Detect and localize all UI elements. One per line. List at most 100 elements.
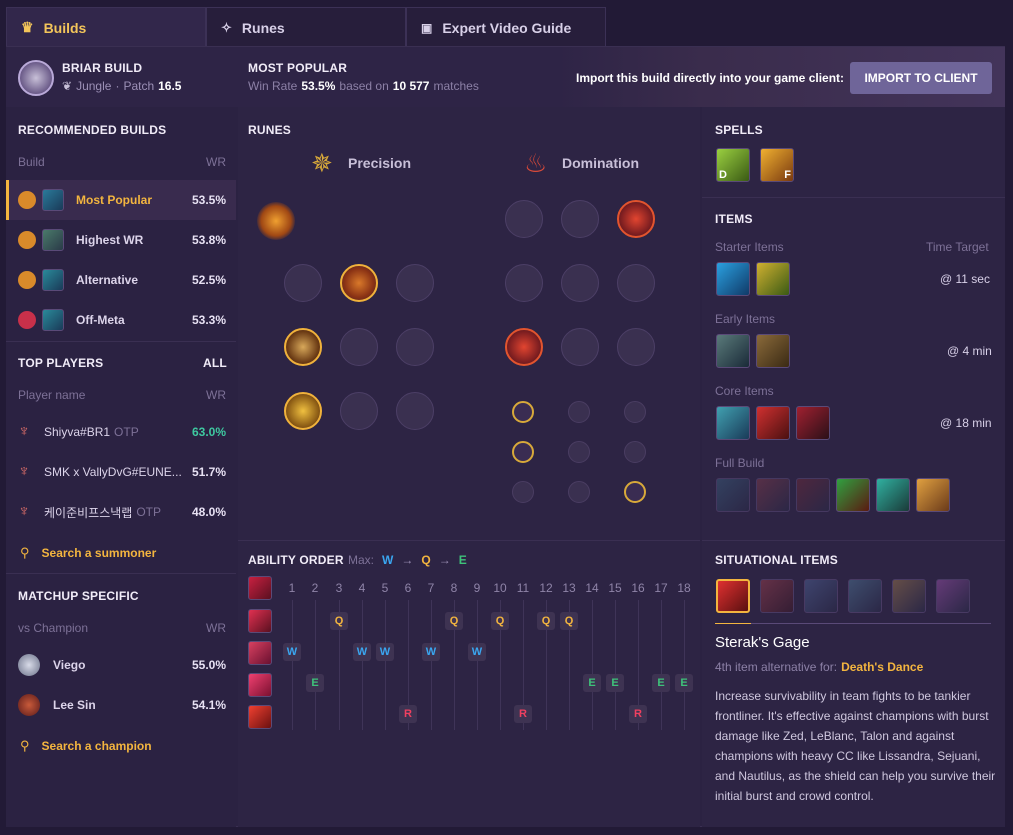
keystone-rune[interactable] xyxy=(368,202,406,240)
skill-w-point: W xyxy=(468,643,486,661)
alt-for-label: 4th item alternative for: xyxy=(715,660,838,674)
time-target-label: Time Target xyxy=(926,240,989,254)
precision-rune[interactable] xyxy=(284,264,322,302)
tab-video-guide[interactable]: ▣ Expert Video Guide xyxy=(406,7,606,47)
situational-item[interactable] xyxy=(760,579,794,613)
import-button[interactable]: IMPORT TO CLIENT xyxy=(850,62,992,94)
build-wr: 52.5% xyxy=(191,273,226,287)
build-row-highest-wr[interactable]: Highest WR 53.8% xyxy=(6,220,236,260)
top-players-all-link[interactable]: ALL xyxy=(203,356,227,370)
skill-w-point: W xyxy=(422,643,440,661)
player-row[interactable]: ♆ Shiyva#BR1 OTP 63.0% xyxy=(6,412,236,452)
precision-rune[interactable] xyxy=(340,392,378,430)
matchup-row[interactable]: Viego 55.0% xyxy=(6,645,236,685)
keystone-rune[interactable] xyxy=(312,202,350,240)
player-row[interactable]: ♆ 케이준비프스낵랩 OTP 48.0% xyxy=(6,492,236,532)
starter-label: Starter Items xyxy=(715,240,784,254)
tab-builds-label: Builds xyxy=(43,19,87,36)
build-wr: 53.5% xyxy=(191,193,226,207)
situational-item-name: Sterak's Gage xyxy=(715,634,810,651)
precision-label: Precision xyxy=(348,155,412,171)
divider xyxy=(6,573,236,574)
situational-item[interactable] xyxy=(804,579,838,613)
domination-rune[interactable] xyxy=(561,264,599,302)
level-number: 17 xyxy=(654,581,668,595)
search-champion[interactable]: ⚲ Search a champion xyxy=(20,738,152,754)
skill-w-point: W xyxy=(376,643,394,661)
matchup-wr: 55.0% xyxy=(191,658,226,672)
core-item xyxy=(756,406,790,440)
domination-rune[interactable] xyxy=(617,328,655,366)
search-champion-label: Search a champion xyxy=(41,739,152,753)
level-number: 8 xyxy=(450,581,458,595)
domination-rune-selected[interactable] xyxy=(505,328,543,366)
tab-builds[interactable]: ♛ Builds xyxy=(6,7,206,47)
skill-q-icon xyxy=(248,609,272,633)
build-row-most-popular[interactable]: Most Popular 53.5% xyxy=(6,180,236,220)
skill-e-point: E xyxy=(306,674,324,692)
patch-label: Patch xyxy=(123,79,155,93)
shard-health-scaling[interactable] xyxy=(624,441,646,463)
skill-w-point: W xyxy=(283,643,301,661)
precision-tree-icon: ✵ xyxy=(311,148,333,178)
precision-icon xyxy=(18,271,36,289)
build-label: Most Popular xyxy=(76,193,153,207)
winrate-value: 53.5% xyxy=(301,79,336,93)
separator-dot: · xyxy=(115,79,120,93)
precision-rune[interactable] xyxy=(340,328,378,366)
shard-tenacity[interactable] xyxy=(568,481,590,503)
tab-bar: ♛ Builds ✧ Runes ▣ Expert Video Guide xyxy=(6,7,606,47)
domination-rune[interactable] xyxy=(561,200,599,238)
shard-health[interactable] xyxy=(512,481,534,503)
skill-r-point: R xyxy=(629,705,647,723)
level-number: 13 xyxy=(562,581,576,595)
runes-title: RUNES xyxy=(248,123,292,137)
precision-rune[interactable] xyxy=(396,264,434,302)
precision-rune[interactable] xyxy=(396,328,434,366)
divider xyxy=(702,540,1005,541)
champion-viego-avatar xyxy=(18,654,40,676)
precision-rune-selected[interactable] xyxy=(284,392,322,430)
shard-attack-speed[interactable] xyxy=(568,401,590,423)
precision-rune-selected[interactable] xyxy=(340,264,378,302)
level-number: 18 xyxy=(677,581,691,595)
precision-rune-selected[interactable] xyxy=(284,328,322,366)
level-number: 6 xyxy=(404,581,412,595)
player-rank-icon: ♆ xyxy=(18,503,30,520)
shard-ability-haste[interactable] xyxy=(624,401,646,423)
shard-adaptive-selected[interactable] xyxy=(512,441,534,463)
build-label: Off-Meta xyxy=(76,313,125,327)
search-summoner[interactable]: ⚲ Search a summoner xyxy=(20,545,156,561)
col-vs-champion: vs Champion xyxy=(18,621,89,635)
matchup-title: MATCHUP SPECIFIC xyxy=(18,589,139,603)
domination-rune-selected[interactable] xyxy=(617,200,655,238)
tab-runes[interactable]: ✧ Runes xyxy=(206,7,406,47)
arrow-icon: → xyxy=(401,553,414,567)
level-number: 12 xyxy=(539,581,553,595)
full-build-item xyxy=(876,478,910,512)
level-gridline xyxy=(431,600,432,730)
situational-item[interactable] xyxy=(848,579,882,613)
level-number: 1 xyxy=(288,581,296,595)
matchup-row[interactable]: Lee Sin 54.1% xyxy=(6,685,236,725)
keystone-rune-selected[interactable] xyxy=(257,202,295,240)
situational-item[interactable] xyxy=(892,579,926,613)
shard-move-speed[interactable] xyxy=(568,441,590,463)
domination-rune[interactable] xyxy=(505,264,543,302)
situational-item-selected[interactable] xyxy=(716,579,750,613)
domination-rune[interactable] xyxy=(617,264,655,302)
situational-item[interactable] xyxy=(936,579,970,613)
build-row-off-meta[interactable]: Off-Meta 53.3% xyxy=(6,300,236,340)
shard-adaptive-selected[interactable] xyxy=(512,401,534,423)
max-order: Max: W → Q → E xyxy=(348,553,467,567)
player-row[interactable]: ♆ SMK x VallyDvG#EUNE... 51.7% xyxy=(6,452,236,492)
search-icon: ⚲ xyxy=(20,738,30,753)
skill-r-icon xyxy=(248,705,272,729)
shard-health-selected[interactable] xyxy=(624,481,646,503)
domination-rune[interactable] xyxy=(561,328,599,366)
keystone-rune[interactable] xyxy=(425,202,463,240)
domination-rune[interactable] xyxy=(505,200,543,238)
precision-rune[interactable] xyxy=(396,392,434,430)
spell-smite: D xyxy=(716,148,750,182)
build-row-alternative[interactable]: Alternative 52.5% xyxy=(6,260,236,300)
